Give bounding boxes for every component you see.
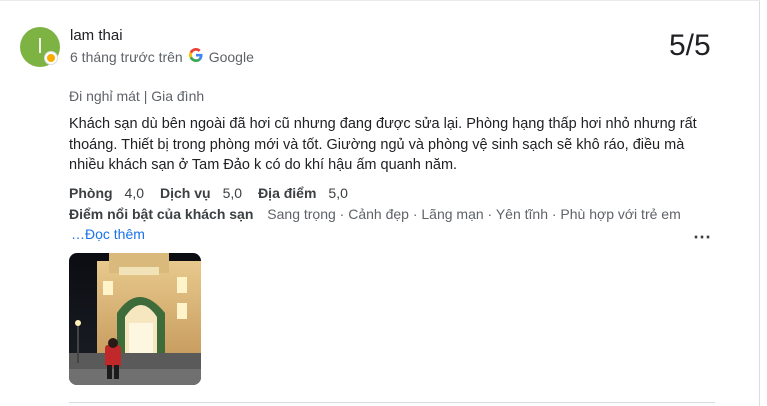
read-more-link[interactable]: …Đọc thêm [71,226,145,242]
more-options-icon[interactable]: ⋯ [693,228,715,246]
hotel-highlights: Điểm nổi bật của khách sạn Sang trọng · … [69,206,681,222]
card-border [0,0,760,1]
rating-label-service: Dịch vụ [160,185,211,201]
review-card: l lam thai 6 tháng trước trên Google 5/5… [0,0,760,406]
highlights-label: Điểm nổi bật của khách sạn [69,206,254,222]
rating-label-location: Địa điểm [258,185,317,201]
review-source: Google [208,49,254,65]
review-text: Khách sạn dù bên ngoài đã hơi cũ nhưng đ… [69,116,697,173]
local-guide-badge-icon [44,51,58,65]
review-meta: 6 tháng trước trên Google [70,48,254,66]
google-icon [188,48,203,66]
rating-value-service: 5,0 [222,185,243,201]
rating-value-location: 5,0 [328,185,348,201]
divider [69,402,715,403]
review-time: 6 tháng trước trên [70,49,183,65]
ratings-row: Phòng 4,0 Dịch vụ 5,0 Địa điểm 5,0 [69,185,364,201]
rating-value-room: 4,0 [124,185,145,201]
rating-label-room: Phòng [69,185,113,201]
review-score: 5/5 [669,29,711,62]
review-photo[interactable] [69,253,201,385]
highlights-values: Sang trọng · Cảnh đẹp · Lãng mạn · Yên t… [267,206,681,222]
author-name[interactable]: lam thai [70,27,123,44]
trip-type: Đi nghỉ mát | Gia đình [69,88,205,104]
